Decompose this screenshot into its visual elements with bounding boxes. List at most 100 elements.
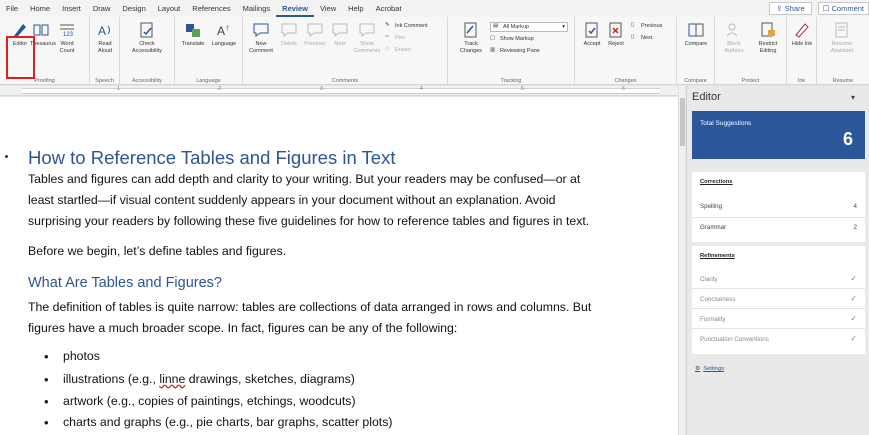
markup-select[interactable]: ▤ All Markup ▾ bbox=[490, 22, 568, 32]
list-item-text: illustrations (e.g., bbox=[63, 372, 160, 386]
scrollbar-thumb[interactable] bbox=[680, 98, 685, 146]
group-protect: Block Authors Restrict Editing Protect bbox=[715, 17, 787, 85]
tab-view[interactable]: View bbox=[314, 0, 342, 17]
previous-comment-icon bbox=[307, 23, 323, 37]
previous-comment-button[interactable]: Previous bbox=[303, 21, 327, 48]
resume-assistant-button[interactable]: Resume Assistant bbox=[823, 21, 861, 54]
paragraph-line: least startled—if visual content suddenl… bbox=[28, 193, 556, 207]
grammar-row[interactable]: Grammar 2 bbox=[700, 224, 857, 231]
delete-comment-button[interactable]: Delete bbox=[278, 21, 300, 48]
tab-file[interactable]: File bbox=[0, 0, 24, 17]
tab-help[interactable]: Help bbox=[342, 0, 369, 17]
punctuation-label: Punctuation Conventions bbox=[700, 336, 769, 343]
tab-mailings[interactable]: Mailings bbox=[237, 0, 277, 17]
comments-button[interactable]: ☐ Comment bbox=[817, 2, 869, 15]
next-change-button[interactable]: ▯ Next bbox=[631, 34, 652, 42]
spelling-count: 4 bbox=[853, 203, 857, 210]
reject-button[interactable]: Reject bbox=[605, 21, 627, 48]
ink-comment-button[interactable]: ✎ Ink Comment bbox=[385, 22, 428, 30]
formality-row[interactable]: Formality ✓ bbox=[700, 315, 857, 324]
check-icon: ✓ bbox=[850, 294, 857, 303]
conciseness-row[interactable]: Conciseness ✓ bbox=[700, 294, 857, 304]
group-label-changes: Changes bbox=[614, 78, 637, 84]
group-label-compare: Compare bbox=[684, 78, 707, 84]
eraser-label: Eraser bbox=[395, 47, 412, 53]
ink-comment-label: Ink Comment bbox=[395, 23, 428, 29]
spelling-row[interactable]: Spelling 4 bbox=[700, 203, 857, 210]
tab-insert[interactable]: Insert bbox=[56, 0, 87, 17]
language-icon: A † bbox=[217, 24, 229, 38]
document-subheading: What Are Tables and Figures? bbox=[28, 275, 222, 291]
accept-button[interactable]: Accept bbox=[581, 21, 603, 48]
restrict-editing-button[interactable]: Restrict Editing bbox=[752, 21, 784, 54]
divider bbox=[692, 328, 865, 329]
block-authors-icon bbox=[726, 23, 738, 37]
word-window: File Home Insert Draw Design Layout Refe… bbox=[0, 0, 869, 435]
group-comments: New Comment Delete Previous Next Show Co… bbox=[243, 17, 448, 85]
check-accessibility-button[interactable]: Check Accessibility bbox=[126, 21, 168, 54]
pane-options-icon[interactable]: ▾ bbox=[851, 93, 855, 102]
accessibility-icon bbox=[140, 22, 153, 38]
new-comment-button[interactable]: New Comment bbox=[247, 21, 275, 54]
group-label-language: Language bbox=[196, 78, 221, 84]
eraser-button[interactable]: ◇ Eraser bbox=[385, 46, 411, 54]
group-ink: Hide Ink Ink bbox=[787, 17, 817, 85]
reject-icon bbox=[609, 22, 622, 38]
paragraph-line: surprising your readers by following the… bbox=[28, 214, 590, 228]
compare-button[interactable]: Compare bbox=[680, 21, 712, 48]
reject-label: Reject bbox=[608, 41, 624, 47]
ruler-number: 2 bbox=[218, 86, 221, 92]
paragraph-line: Tables and figures can add depth and cla… bbox=[28, 172, 581, 186]
next-comment-label: Next bbox=[334, 41, 346, 47]
tab-acrobat[interactable]: Acrobat bbox=[370, 0, 408, 17]
share-button[interactable]: ⇪ Share bbox=[769, 2, 812, 15]
divider bbox=[692, 217, 865, 218]
block-authors-button[interactable]: Block Authors bbox=[719, 21, 749, 54]
tab-home[interactable]: Home bbox=[24, 0, 56, 17]
tab-draw[interactable]: Draw bbox=[87, 0, 117, 17]
pen-label: Pen bbox=[395, 35, 405, 41]
show-markup-button[interactable]: ▢ Show Markup bbox=[490, 35, 534, 43]
settings-link[interactable]: ⚙ Settings bbox=[695, 366, 724, 372]
tab-layout[interactable]: Layout bbox=[152, 0, 187, 17]
group-language: Translate A † Language Language bbox=[175, 17, 243, 85]
read-aloud-button[interactable]: A Read Aloud bbox=[93, 21, 117, 54]
vertical-scrollbar[interactable] bbox=[678, 86, 685, 435]
resume-assistant-label: Resume Assistant bbox=[830, 41, 854, 54]
clarity-row[interactable]: Clarity ✓ bbox=[700, 274, 857, 284]
tab-design[interactable]: Design bbox=[116, 0, 151, 17]
show-comments-button[interactable]: Show Comments bbox=[353, 21, 381, 54]
translate-button[interactable]: Translate bbox=[178, 21, 208, 48]
spelling-error[interactable]: linne bbox=[159, 372, 185, 386]
corrections-title: Corrections bbox=[700, 179, 733, 185]
previous-change-button[interactable]: ▯ Previous bbox=[631, 22, 662, 30]
previous-comment-label: Previous bbox=[304, 41, 326, 47]
reviewing-pane-button[interactable]: ▥ Reviewing Pane bbox=[490, 47, 540, 55]
paragraph-line: Before we begin, let’s define tables and… bbox=[28, 244, 287, 258]
gear-icon: ⚙ bbox=[695, 366, 701, 372]
next-comment-button[interactable]: Next bbox=[330, 21, 350, 48]
track-changes-icon bbox=[464, 22, 477, 38]
track-changes-button[interactable]: Track Changes bbox=[456, 21, 486, 54]
divider bbox=[692, 288, 865, 289]
show-comments-label: Show Comments bbox=[353, 41, 381, 54]
svg-text:A: A bbox=[98, 24, 106, 38]
check-icon: ✓ bbox=[850, 274, 857, 283]
tab-references[interactable]: References bbox=[186, 0, 236, 17]
group-speech: A Read Aloud Speech bbox=[90, 17, 120, 85]
group-label-tracking: Tracking bbox=[500, 78, 522, 84]
language-button[interactable]: A † Language bbox=[209, 21, 239, 48]
tab-review[interactable]: Review bbox=[276, 0, 315, 17]
group-label-comments: Comments bbox=[331, 78, 359, 84]
new-comment-icon bbox=[253, 23, 269, 37]
ruler-number: 6 bbox=[622, 86, 625, 92]
document-page[interactable]: How to Reference Tables and Figures in T… bbox=[0, 97, 678, 435]
group-label-accessibility: Accessibility bbox=[132, 78, 162, 84]
word-count-button[interactable]: 123 Word Count bbox=[55, 21, 79, 54]
punctuation-row[interactable]: Punctuation Conventions ✓ bbox=[700, 335, 857, 344]
hide-ink-button[interactable]: Hide Ink bbox=[790, 21, 814, 48]
settings-label: Settings bbox=[703, 366, 725, 372]
hide-ink-label: Hide Ink bbox=[791, 41, 813, 47]
pen-button[interactable]: ✒ Pen bbox=[385, 34, 405, 42]
ruler-number: 1 bbox=[117, 86, 120, 92]
